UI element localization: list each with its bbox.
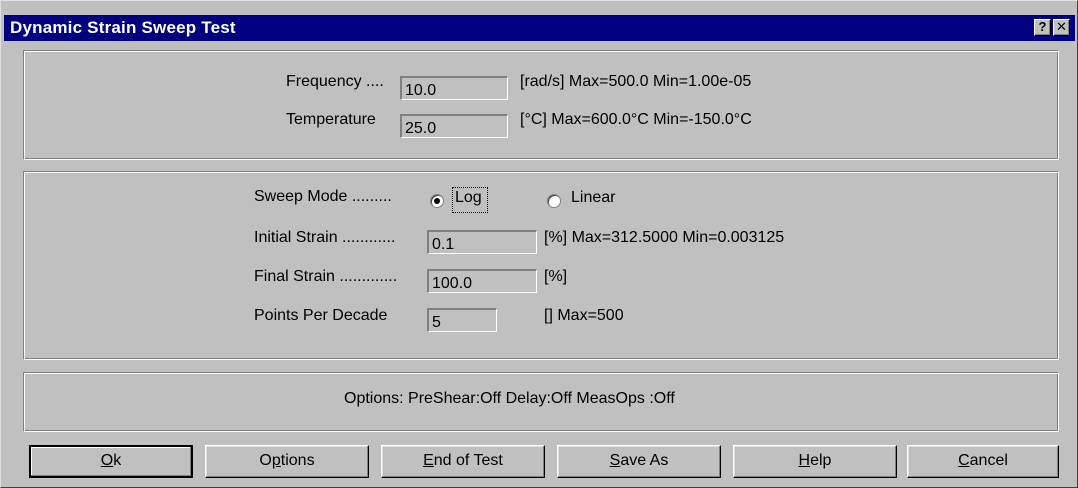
ok-mnemonic: O xyxy=(100,452,114,469)
radio-selected-dot xyxy=(434,198,440,204)
conditions-panel: Frequency .... 10.0 [rad/s] Max=500.0 Mi… xyxy=(23,50,1059,160)
end-of-test-label-rest: nd of Test xyxy=(433,452,503,469)
help-label-rest: elp xyxy=(810,452,832,469)
frequency-range: [rad/s] Max=500.0 Min=1.00e-05 xyxy=(520,73,752,90)
temperature-input[interactable]: 25.0 xyxy=(400,114,508,138)
temperature-label: Temperature xyxy=(286,111,376,128)
sweep-mode-linear-radio[interactable] xyxy=(547,194,561,208)
options-summary: Options: PreShear:Off Delay:Off MeasOps … xyxy=(344,390,675,407)
cancel-button[interactable]: Cancel xyxy=(907,445,1059,478)
dialog-window: Dynamic Strain Sweep Test ? ✕ Frequency … xyxy=(0,0,1078,488)
sweep-mode-log-radio[interactable] xyxy=(430,194,444,208)
window-title: Dynamic Strain Sweep Test xyxy=(10,18,236,37)
help-button[interactable]: Help xyxy=(733,445,897,478)
points-per-decade-input[interactable]: 5 xyxy=(427,308,497,332)
sweep-mode-log-label[interactable]: Log xyxy=(455,189,482,207)
options-label-rest: tions xyxy=(280,452,315,469)
options-label-pre: O xyxy=(259,452,272,469)
sweep-mode-label: Sweep Mode ......... xyxy=(254,188,392,205)
end-of-test-mnemonic: E xyxy=(423,452,434,469)
save-as-mnemonic: S xyxy=(609,452,621,469)
end-of-test-button[interactable]: End of Test xyxy=(381,445,545,478)
save-as-button[interactable]: Save As xyxy=(557,445,721,478)
sweep-panel: Sweep Mode ......... Log Linear Initial … xyxy=(23,171,1059,360)
final-strain-input[interactable]: 100.0 xyxy=(427,269,537,293)
initial-strain-range: [%] Max=312.5000 Min=0.003125 xyxy=(544,229,785,246)
ok-button[interactable]: Ok xyxy=(29,445,193,478)
help-mnemonic: H xyxy=(798,452,811,469)
final-strain-unit: [%] xyxy=(544,268,568,285)
initial-strain-label: Initial Strain ............ xyxy=(254,229,396,246)
options-mnemonic: p xyxy=(271,452,281,469)
points-per-decade-range: [] Max=500 xyxy=(544,307,624,324)
options-button[interactable]: Options xyxy=(205,445,369,478)
options-panel: Options: PreShear:Off Delay:Off MeasOps … xyxy=(23,372,1059,432)
cancel-label-rest: ancel xyxy=(969,452,1008,469)
title-bar[interactable]: Dynamic Strain Sweep Test ? ✕ xyxy=(4,15,1075,41)
frequency-input[interactable]: 10.0 xyxy=(400,76,508,100)
close-icon[interactable]: ✕ xyxy=(1053,19,1070,36)
cancel-mnemonic: C xyxy=(958,452,970,469)
initial-strain-input[interactable]: 0.1 xyxy=(427,230,537,254)
final-strain-label: Final Strain ............. xyxy=(254,268,398,285)
temperature-range: [°C] Max=600.0°C Min=-150.0°C xyxy=(520,111,752,128)
help-icon[interactable]: ? xyxy=(1034,19,1051,36)
save-as-label-rest: ave As xyxy=(620,452,669,469)
points-per-decade-label: Points Per Decade xyxy=(254,307,388,324)
frequency-label: Frequency .... xyxy=(286,73,384,90)
sweep-mode-linear-label[interactable]: Linear xyxy=(571,189,615,207)
ok-label-rest: k xyxy=(113,452,122,469)
